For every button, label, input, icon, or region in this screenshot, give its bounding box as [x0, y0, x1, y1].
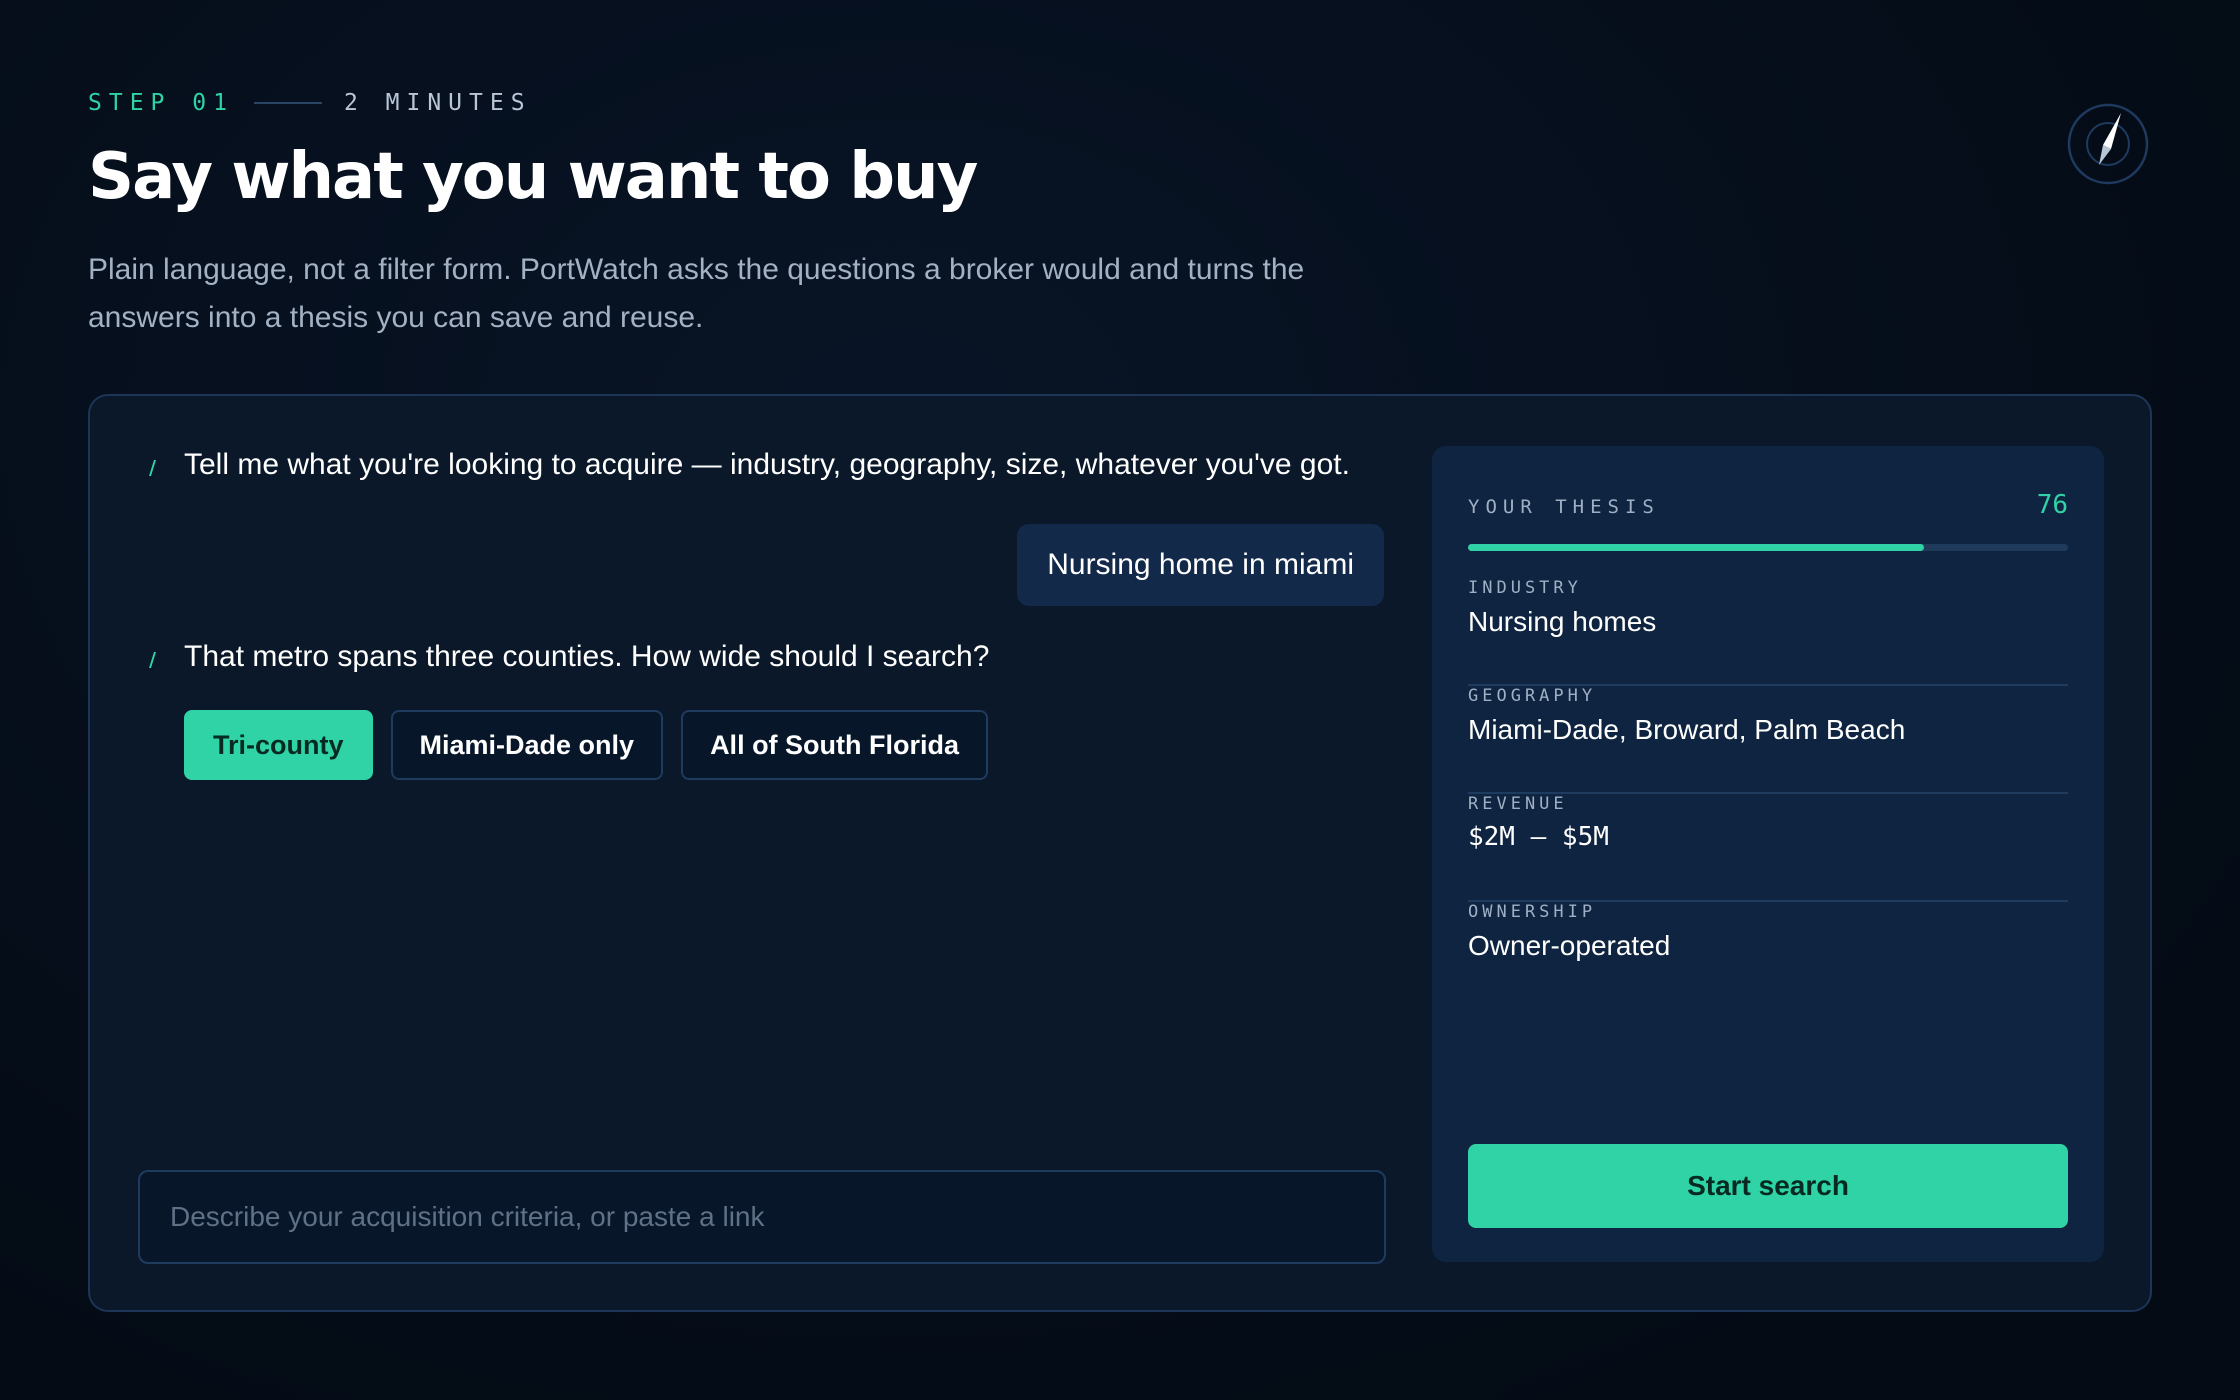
thesis-header: YOUR THESIS 76: [1468, 490, 2068, 520]
thesis-progress-bar: [1468, 544, 2068, 551]
page-title: Say what you want to buy: [88, 140, 978, 214]
subtitle-line-2: answers into a thesis you can save and r…: [88, 301, 704, 334]
field-value: Nursing homes: [1468, 606, 1657, 637]
assistant-marker-icon: [149, 652, 156, 668]
assistant-message-text: Tell me what you're looking to acquire —…: [184, 448, 1350, 481]
step-divider: [253, 102, 322, 104]
field-value: $2M – $5M: [1468, 822, 1609, 852]
thesis-progress-fill: [1468, 544, 1924, 551]
field-value: Miami-Dade, Broward, Palm Beach: [1468, 714, 1906, 745]
page-subtitle: Plain language, not a filter form. PortW…: [88, 246, 1388, 342]
assistant-message: Tell me what you're looking to acquire —…: [148, 448, 1350, 482]
thesis-label: YOUR THESIS: [1468, 496, 1660, 518]
step-label: STEP 01: [88, 90, 234, 116]
step-indicator: STEP 01 2 MINUTES: [88, 90, 532, 116]
assistant-message-text: That metro spans three counties. How wid…: [184, 640, 990, 673]
field-label: INDUSTRY: [1468, 578, 1582, 598]
start-search-button[interactable]: Start search: [1468, 1144, 2068, 1228]
assistant-marker-icon: [149, 460, 156, 476]
assistant-message: That metro spans three counties. How wid…: [148, 640, 989, 674]
user-message-text: Nursing home in miami: [1047, 548, 1354, 581]
page: STEP 01 2 MINUTES Say what you want to b…: [0, 0, 2240, 1400]
thesis-score: 76: [2036, 490, 2068, 520]
thesis-field-geography: GEOGRAPHY Miami-Dade, Broward, Palm Beac…: [1468, 686, 2068, 794]
compass-icon[interactable]: [2067, 103, 2149, 185]
scope-options: Tri-county Miami-Dade only All of South …: [184, 710, 989, 780]
step-time: 2 MINUTES: [343, 90, 532, 116]
field-value: Owner-operated: [1468, 930, 1671, 961]
thesis-field-revenue: REVENUE $2M – $5M: [1468, 794, 2068, 902]
user-message-bubble: Nursing home in miami: [1017, 524, 1384, 606]
option-tri-county-button[interactable]: Tri-county: [184, 710, 373, 780]
thesis-field-industry: INDUSTRY Nursing homes: [1468, 578, 2068, 686]
field-label: GEOGRAPHY: [1468, 686, 1597, 706]
subtitle-line-1: Plain language, not a filter form. PortW…: [88, 253, 1305, 286]
field-label: OWNERSHIP: [1468, 902, 1597, 922]
option-all-south-florida-button[interactable]: All of South Florida: [681, 710, 989, 780]
thesis-builder-card: Tell me what you're looking to acquire —…: [88, 394, 2152, 1312]
criteria-input-placeholder: Describe your acquisition criteria, or p…: [170, 1201, 765, 1232]
option-miami-dade-only-button[interactable]: Miami-Dade only: [390, 710, 664, 780]
thesis-panel: YOUR THESIS 76 INDUSTRY Nursing homes GE…: [1432, 446, 2104, 1262]
criteria-input[interactable]: Describe your acquisition criteria, or p…: [138, 1170, 1386, 1264]
field-label: REVENUE: [1468, 794, 1568, 814]
thesis-field-ownership: OWNERSHIP Owner-operated: [1468, 902, 2068, 1010]
